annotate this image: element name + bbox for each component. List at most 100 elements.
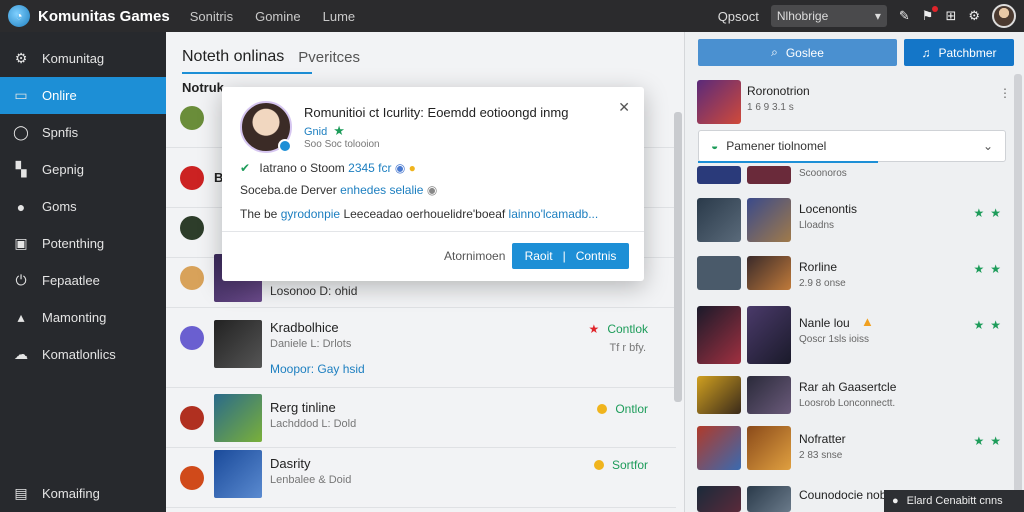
sidebar-item-fepaatlee[interactable]: ⏻ Fepaatlee xyxy=(0,262,166,299)
status-dot xyxy=(593,460,604,470)
featured-item[interactable]: Roronotrion 1 6 9 3.1 s ⋮ xyxy=(695,78,1011,124)
sidebar-item-komunitag[interactable]: ⚙ Komunitag xyxy=(0,40,166,77)
modal-line-text: The be xyxy=(240,207,278,221)
top-nav: Sonitris Gomine Lume xyxy=(190,9,355,24)
right-scrollbar[interactable] xyxy=(1014,74,1022,494)
item-sub: Lloadns xyxy=(799,220,835,231)
sidebar-item-goms[interactable]: ● Goms xyxy=(0,188,166,225)
avatar xyxy=(180,216,204,240)
lock-icon: ▴ xyxy=(17,309,25,325)
sidebar-item-mamonting[interactable]: ▴ Mamonting xyxy=(0,299,166,336)
row-link[interactable]: Losonoo D: ohid xyxy=(270,284,357,298)
primary-button-label: Patchbmer xyxy=(938,45,997,60)
rating-stars: ★★ xyxy=(973,318,1007,332)
sidebar-item-potenthing[interactable]: ▣ Potenthing xyxy=(0,225,166,262)
item-sub: 2.9 8 onse xyxy=(799,278,846,289)
monitor-icon: ▭ xyxy=(14,87,28,103)
status-badge: Sortfor xyxy=(593,458,648,472)
primary-action-button[interactable]: ♫ Patchbmer xyxy=(904,39,1014,66)
list-item[interactable]: Locenontis Lloadns ★★ xyxy=(695,198,1011,250)
filter-dropdown[interactable]: ◒ Pamener tiolnomel ⌄ xyxy=(698,130,1006,162)
active-tab-indicator xyxy=(182,72,312,74)
sidebar-item-label: Komaifing xyxy=(42,486,100,501)
more-icon[interactable]: ⋮ xyxy=(999,86,1011,100)
dropdown-value: Pamener tiolnomel xyxy=(726,139,827,153)
list-item[interactable]: Dasrity Lenbalee & Doid Sortfor xyxy=(166,448,676,508)
main-scrollbar[interactable] xyxy=(674,112,682,402)
list-item[interactable]: Rar ah Gaasertcle Loosrob Lonconnectt. xyxy=(695,376,1011,428)
rating-stars: ★★ xyxy=(973,206,1007,220)
avatar xyxy=(180,466,204,490)
list-item[interactable]: Nanle lou ▲ Qoscr 1sls ioiss ★★ xyxy=(695,306,1011,364)
top-right-controls: Qpsoct Nlhobrige ▾ ✎ ⚑ ⊞ ⚙ xyxy=(718,0,1016,32)
dropdown-indicator xyxy=(698,161,878,163)
list-item[interactable]: Kradbolhice Daniele L: Drlots Moopor: Ga… xyxy=(166,308,676,388)
user-avatar[interactable] xyxy=(992,4,1016,28)
game-thumbnail xyxy=(697,486,741,512)
gear-icon: ⚙ xyxy=(14,50,28,66)
sidebar-item-komatlonlics[interactable]: ☁ Komatlonlics xyxy=(0,336,166,373)
person-icon: ● xyxy=(16,198,26,215)
sidebar-item-label: Gepnig xyxy=(42,162,84,177)
notifications-icon[interactable]: ⚑ xyxy=(922,6,939,24)
info-icon: ◉ xyxy=(426,183,438,197)
app-logo-icon[interactable]: ◔ xyxy=(8,5,30,27)
gear-icon: ◉ xyxy=(394,161,406,175)
game-thumbnail xyxy=(214,450,262,498)
list-item[interactable]: Nofratter 2 83 snse ★★ xyxy=(695,426,1011,478)
avatar xyxy=(180,326,204,350)
cloud-icon: ☁ xyxy=(14,346,28,362)
sidebar-item-komaifing[interactable]: ▤ Komaifing xyxy=(0,475,166,512)
topnav-item[interactable]: Gomine xyxy=(255,9,301,24)
modal-line-link[interactable]: gyrodonpie xyxy=(281,207,340,221)
top-search-select[interactable]: Nlhobrige ▾ xyxy=(770,5,887,27)
tab-online[interactable]: Noteth onlinas xyxy=(182,48,284,74)
sidebar-item-label: Komunitag xyxy=(42,51,105,66)
sidebar-item-spnfis[interactable]: ◯ Spnfis xyxy=(0,114,166,151)
sidebar-bottom: ▤ Komaifing xyxy=(0,475,166,512)
avatar xyxy=(180,406,204,430)
modal-line-link[interactable]: lainno'lcamadb... xyxy=(509,207,599,221)
modal-line-link[interactable]: enhedes selalie xyxy=(340,183,423,197)
game-thumbnail xyxy=(697,306,741,364)
sidebar-item-online[interactable]: ▭ Onlire xyxy=(0,77,166,114)
item-title: Rar ah Gaasertcle xyxy=(799,380,897,394)
row-link[interactable]: Moopor: Gay hsid xyxy=(270,362,365,376)
row-time: Tf r bfy. xyxy=(609,342,646,354)
item-sub: Scoonoros xyxy=(799,168,847,179)
tab-favorites[interactable]: Pveritces xyxy=(298,49,360,74)
close-icon[interactable]: ✕ xyxy=(618,99,630,116)
game-thumbnail xyxy=(747,426,791,470)
image-icon: ▣ xyxy=(14,235,28,251)
confirm-label-b: Contnis xyxy=(575,249,617,263)
star-icon: ★ xyxy=(588,322,600,336)
row-name: Rerg tinline xyxy=(270,400,336,415)
list-item[interactable]: Rorline 2.9 8 onse ★★ xyxy=(695,256,1011,308)
status-dot xyxy=(597,404,608,414)
top-label[interactable]: Qpsoct xyxy=(718,9,759,24)
modal-meta: Soo Soc tolooion xyxy=(304,139,380,150)
modal-line-1: ✔ Iatrano o Stoom 2345 fcr ◉ ● xyxy=(240,161,416,175)
item-sub: Loosrob Lonconnectt. xyxy=(799,398,896,409)
search-button[interactable]: ⌕ Goslee xyxy=(698,39,897,66)
list-item[interactable]: Rerg tinline Lachddod L: Dold Ontlor xyxy=(166,388,676,448)
sidebar-item-gepnig[interactable]: ▚ Gepnig xyxy=(0,151,166,188)
confirm-button[interactable]: Raoit | Contnis xyxy=(512,243,629,269)
apps-grid-icon[interactable]: ⊞ xyxy=(945,8,956,24)
edit-icon[interactable]: ✎ xyxy=(899,8,910,24)
cancel-button[interactable]: Atornimoen xyxy=(444,249,505,263)
check-icon: ✔ xyxy=(240,161,251,175)
sidebar-item-label: Potenthing xyxy=(42,236,105,251)
top-search-value: Nlhobrige xyxy=(776,9,829,23)
game-thumbnail xyxy=(214,320,262,368)
topnav-item[interactable]: Sonitris xyxy=(190,9,233,24)
row-name: Dasrity xyxy=(270,456,311,471)
topnav-item[interactable]: Lume xyxy=(323,9,356,24)
top-bar: ◔ Komunitas Games Sonitris Gomine Lume Q… xyxy=(0,0,1024,32)
tab-bar: Noteth onlinas Pveritces xyxy=(166,32,684,74)
toast-notification[interactable]: ● Elard Cenabitt cnns xyxy=(884,490,1024,512)
search-icon: ⌕ xyxy=(771,45,778,59)
settings-icon[interactable]: ⚙ xyxy=(968,8,980,24)
game-thumbnail xyxy=(747,306,791,364)
rating-stars: ★★ xyxy=(973,262,1007,276)
